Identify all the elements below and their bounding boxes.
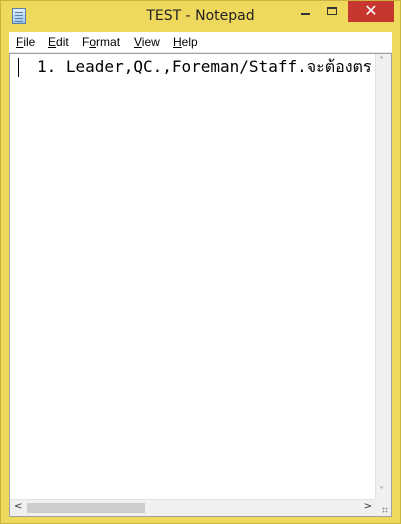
horizontal-scrollbar[interactable]: < >: [10, 499, 376, 516]
maximize-button[interactable]: [319, 1, 345, 22]
scroll-up-icon[interactable]: ˄: [379, 56, 384, 67]
scroll-right-icon[interactable]: >: [364, 501, 372, 512]
notepad-window: TEST - Notepad ✕ File Edit Format View H…: [0, 0, 401, 524]
menu-bar: File Edit Format View Help: [9, 32, 392, 53]
menu-view-accel: V: [134, 35, 142, 49]
menu-view[interactable]: View: [134, 35, 160, 49]
scroll-left-icon[interactable]: <: [14, 501, 22, 512]
menu-help[interactable]: Help: [173, 35, 198, 49]
title-bar[interactable]: TEST - Notepad ✕: [1, 1, 400, 32]
text-editor[interactable]: 1. Leader,QC.,Foreman/Staff.จะต้องตร ˄ ˅…: [9, 53, 392, 517]
minimize-button[interactable]: [293, 1, 319, 22]
menu-format-label: rmat: [96, 35, 121, 49]
horizontal-scroll-thumb[interactable]: [27, 503, 145, 513]
text-area[interactable]: 1. Leader,QC.,Foreman/Staff.จะต้องตร: [10, 54, 376, 499]
menu-file-label: ile: [23, 35, 36, 49]
menu-file[interactable]: File: [16, 35, 35, 49]
minimize-icon: [301, 13, 310, 15]
maximize-icon: [327, 7, 337, 15]
text-line: 1. Leader,QC.,Foreman/Staff.จะต้องตร: [37, 57, 372, 76]
vertical-scrollbar[interactable]: ˄ ˅: [375, 54, 391, 499]
menu-help-accel: H: [173, 35, 182, 49]
close-button[interactable]: ✕: [348, 1, 394, 22]
size-grip[interactable]: [375, 499, 391, 516]
menu-edit-label: dit: [56, 35, 69, 49]
text-caret: [18, 58, 19, 77]
scroll-down-icon[interactable]: ˅: [379, 486, 384, 497]
menu-view-label: iew: [141, 35, 160, 49]
close-icon: ✕: [364, 1, 378, 20]
menu-help-label: elp: [181, 35, 198, 49]
menu-format[interactable]: Format: [82, 35, 120, 49]
menu-edit[interactable]: Edit: [48, 35, 69, 49]
menu-edit-accel: E: [48, 35, 57, 49]
